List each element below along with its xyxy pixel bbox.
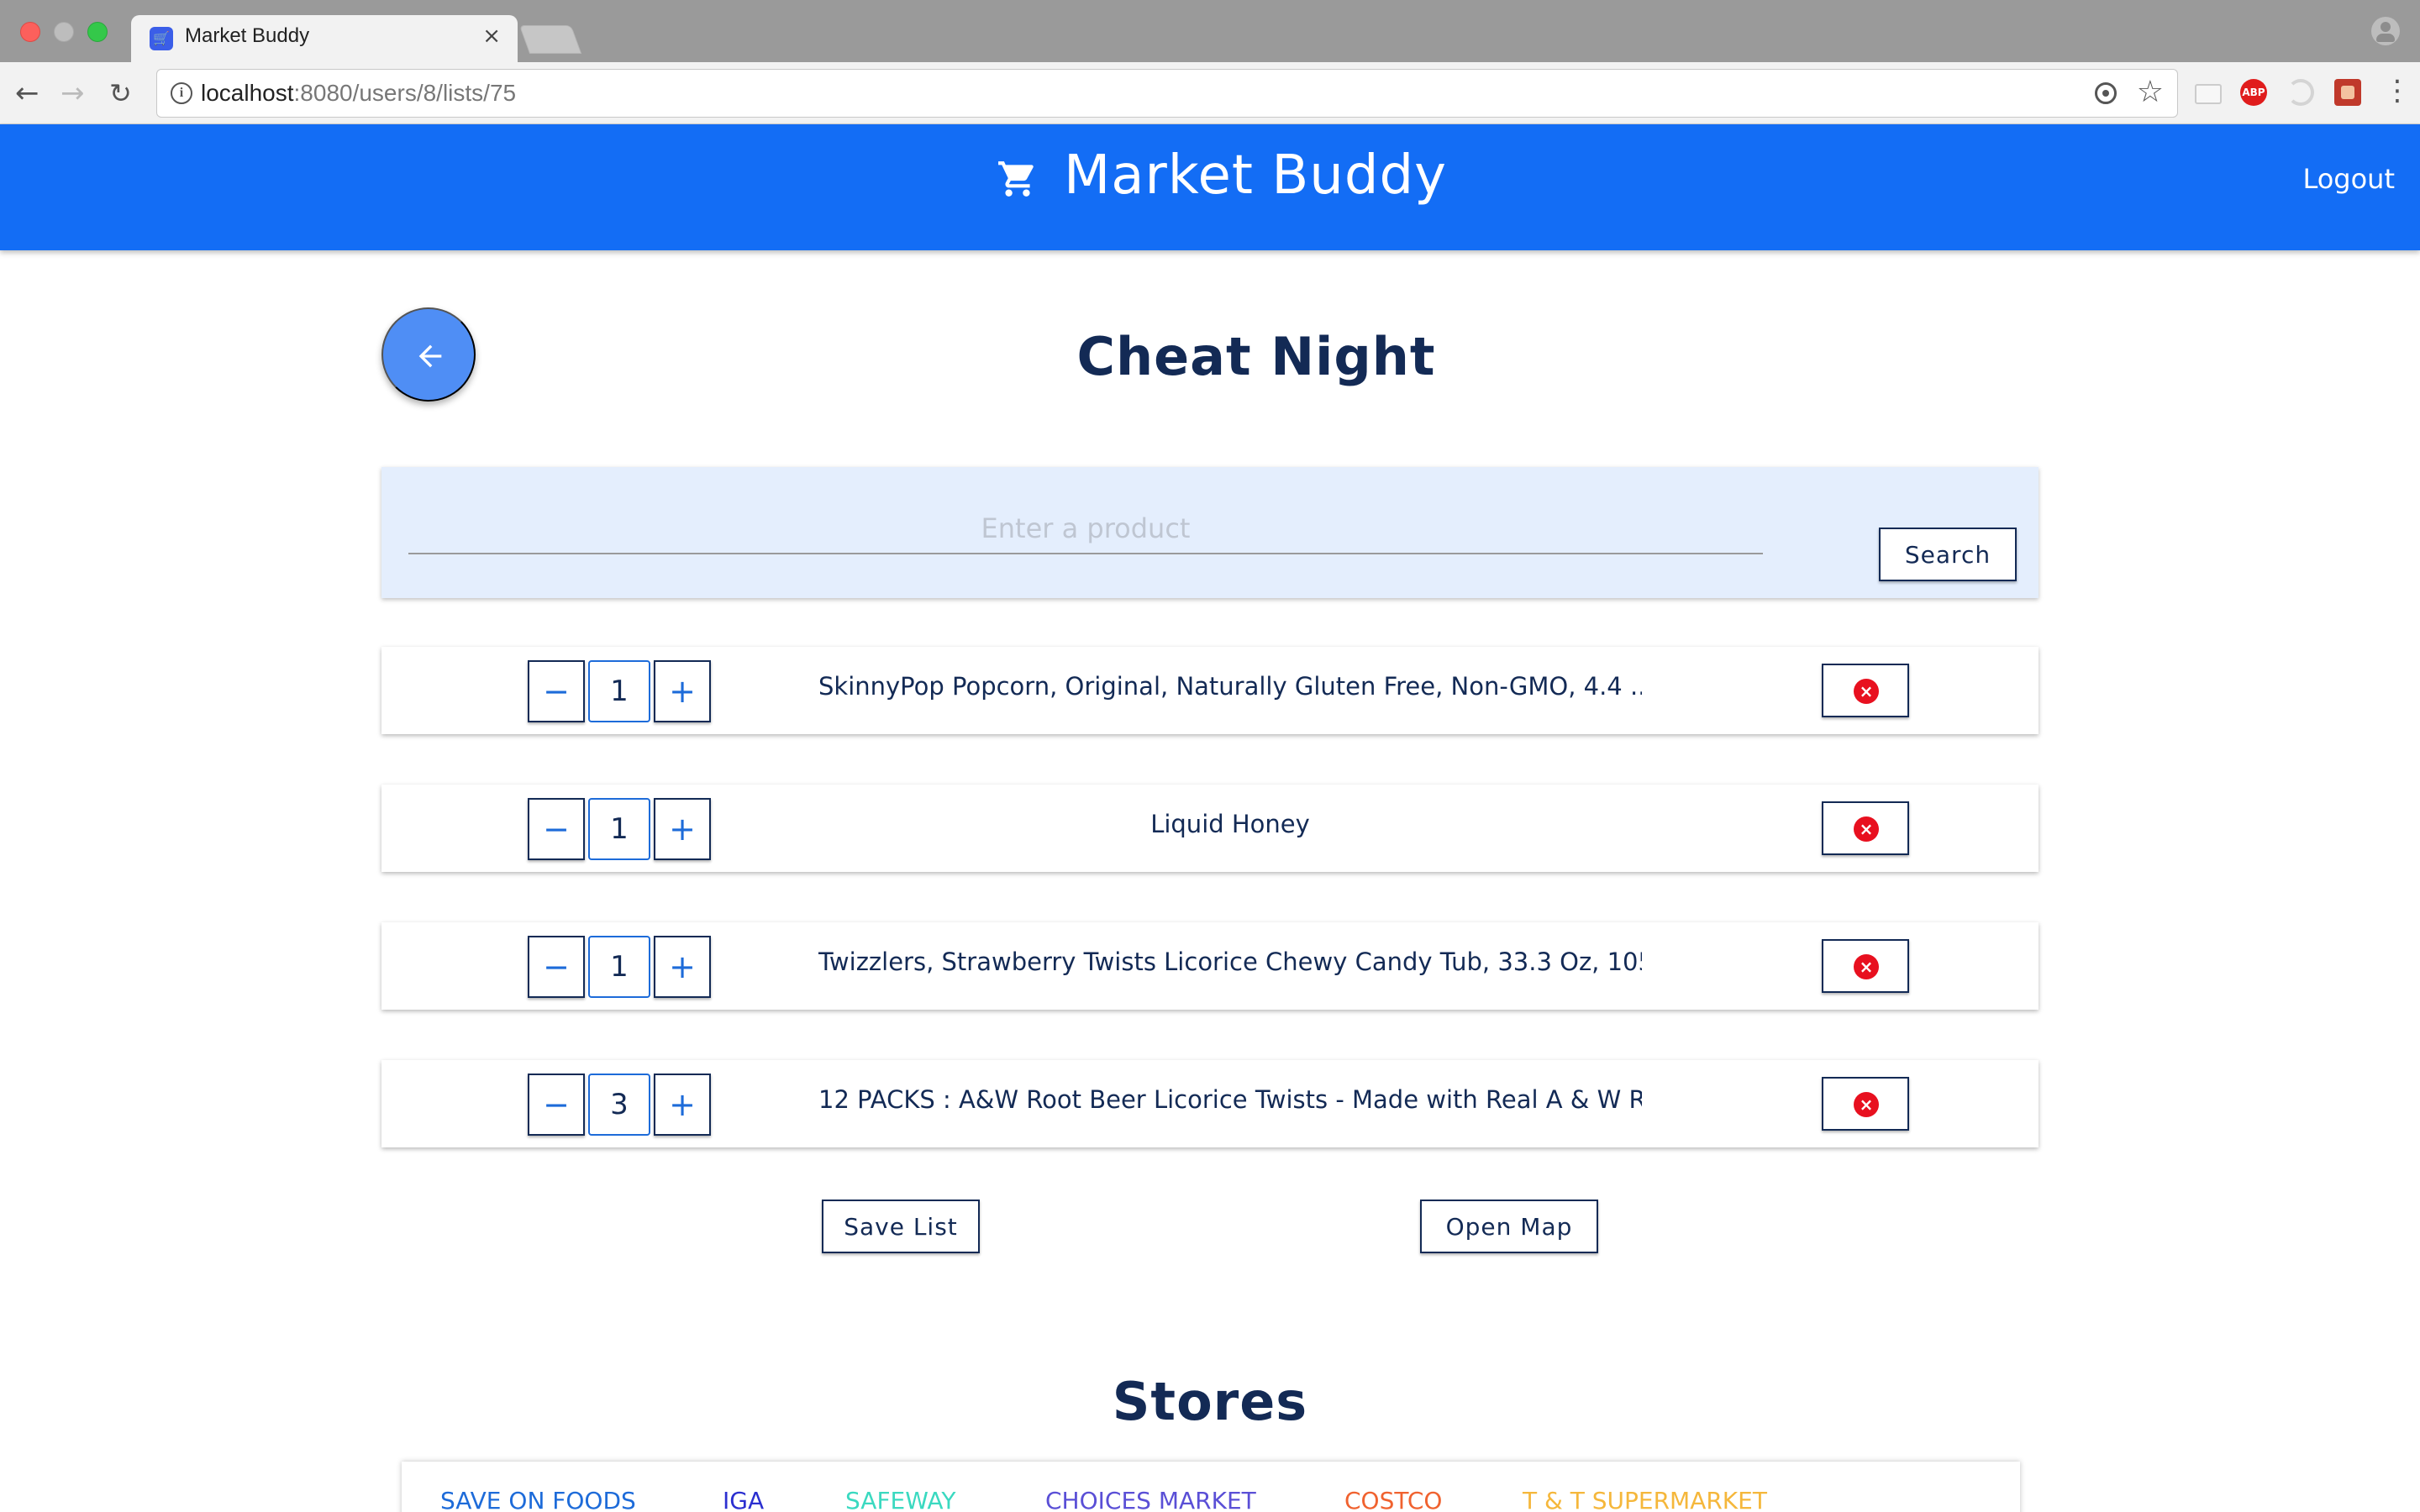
remove-x-icon: × (1854, 1092, 1879, 1117)
open-map-button[interactable]: Open Map (1420, 1200, 1598, 1253)
increase-quantity-button[interactable]: + (654, 660, 711, 722)
remove-item-button[interactable]: × (1822, 801, 1909, 855)
store-tabs: SAVE ON FOODS IGA SAFEWAY CHOICES MARKET… (402, 1462, 2020, 1512)
address-bar[interactable]: i localhost:8080/users/8/lists/75 ☆ (156, 69, 2178, 118)
brand-title[interactable]: Market Buddy (1064, 144, 1447, 207)
minimize-window-button[interactable] (54, 22, 74, 42)
url-text[interactable]: localhost:8080/users/8/lists/75 (201, 80, 516, 107)
remove-x-icon: × (1854, 679, 1879, 704)
store-tab-iga[interactable]: IGA (723, 1487, 764, 1512)
quantity-value[interactable]: 3 (588, 1074, 650, 1136)
store-tab-choices-market[interactable]: CHOICES MARKET (1045, 1487, 1256, 1512)
product-search-input[interactable] (408, 504, 1763, 554)
info-icon[interactable]: i (171, 82, 192, 104)
puzzle-extension-icon[interactable] (2334, 79, 2361, 106)
item-name: Twizzlers, Strawberry Twists Licorice Ch… (818, 948, 1642, 976)
reload-icon[interactable]: ↻ (109, 77, 132, 109)
browser-tab-bar: 🛒 Market Buddy × (0, 0, 2420, 64)
store-tab-safeway[interactable]: SAFEWAY (845, 1487, 955, 1512)
item-name: SkinnyPop Popcorn, Original, Naturally G… (818, 672, 1642, 701)
search-button[interactable]: Search (1879, 528, 2017, 581)
quantity-value[interactable]: 1 (588, 798, 650, 860)
remove-x-icon: × (1854, 954, 1879, 979)
list-item: − 1 + SkinnyPop Popcorn, Original, Natur… (381, 647, 2039, 734)
list-title: Cheat Night (1076, 326, 1436, 387)
browser-menu-icon[interactable]: ⋮ (2383, 74, 2412, 108)
item-name: 12 PACKS : A&W Root Beer Licorice Twists… (818, 1085, 1642, 1114)
decrease-quantity-button[interactable]: − (528, 798, 585, 860)
remove-item-button[interactable]: × (1822, 939, 1909, 993)
increase-quantity-button[interactable]: + (654, 798, 711, 860)
cart-favicon-icon: 🛒 (150, 27, 173, 50)
list-item: − 1 + Liquid Honey × (381, 785, 2039, 872)
bookmark-star-icon[interactable]: ☆ (2137, 75, 2164, 109)
list-item: − 3 + 12 PACKS : A&W Root Beer Licorice … (381, 1060, 2039, 1147)
swirl-extension-icon[interactable] (2287, 79, 2314, 106)
adblock-extension-icon[interactable]: ABP (2240, 79, 2267, 106)
tab-close-icon[interactable]: × (482, 24, 501, 49)
browser-toolbar: ← → ↻ i localhost:8080/users/8/lists/75 … (0, 62, 2420, 124)
list-item: − 1 + Twizzlers, Strawberry Twists Licor… (381, 922, 2039, 1010)
new-tab-button[interactable] (518, 25, 582, 54)
location-target-icon[interactable] (2095, 82, 2117, 104)
tab-title: Market Buddy (185, 24, 310, 47)
shopping-cart-icon (998, 161, 1034, 197)
decrease-quantity-button[interactable]: − (528, 1074, 585, 1136)
forward-arrow-icon[interactable]: → (60, 77, 85, 109)
search-panel: Search (381, 467, 2039, 598)
store-tab-t-and-t-supermarket[interactable]: T & T SUPERMARKET (1523, 1487, 1767, 1512)
decrease-quantity-button[interactable]: − (528, 936, 585, 998)
decrease-quantity-button[interactable]: − (528, 660, 585, 722)
remove-x-icon: × (1854, 816, 1879, 842)
remove-item-button[interactable]: × (1822, 1077, 1909, 1131)
url-path: :8080/users/8/lists/75 (293, 80, 517, 106)
stores-heading: Stores (1112, 1371, 1308, 1432)
maximize-window-button[interactable] (87, 22, 108, 42)
url-host: localhost (201, 80, 294, 106)
store-tab-costco[interactable]: COSTCO (1344, 1487, 1442, 1512)
quantity-value[interactable]: 1 (588, 660, 650, 722)
back-arrow-icon[interactable]: ← (15, 77, 39, 109)
logout-link[interactable]: Logout (2302, 163, 2395, 195)
app-header: Market Buddy Logout (0, 124, 2420, 250)
store-tab-save-on-foods[interactable]: SAVE ON FOODS (440, 1487, 636, 1512)
profile-icon[interactable] (2371, 17, 2400, 45)
increase-quantity-button[interactable]: + (654, 1074, 711, 1136)
browser-tab[interactable]: 🛒 Market Buddy × (131, 15, 518, 64)
cast-extension-icon[interactable] (2195, 84, 2222, 104)
increase-quantity-button[interactable]: + (654, 936, 711, 998)
item-name: Liquid Honey (1150, 810, 1310, 838)
remove-item-button[interactable]: × (1822, 664, 1909, 717)
close-window-button[interactable] (20, 22, 40, 42)
save-list-button[interactable]: Save List (822, 1200, 980, 1253)
quantity-value[interactable]: 1 (588, 936, 650, 998)
